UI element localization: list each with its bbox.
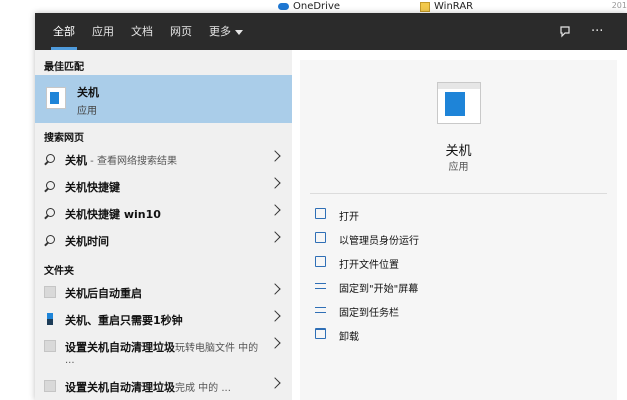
list-item[interactable]: 设置关机自动清理垃圾完成 中的 ... — [35, 373, 292, 400]
app-large-icon — [437, 82, 481, 124]
section-best-match: 最佳匹配 — [44, 62, 84, 73]
file-icon — [44, 380, 56, 392]
list-item[interactable]: 关机时间 — [35, 227, 292, 254]
tab-apps[interactable]: 应用 — [92, 13, 114, 50]
list-item-label: 设置关机自动清理垃圾玩转电脑文件 中的 — [65, 339, 258, 355]
list-item[interactable]: 关机快捷键 — [35, 173, 292, 200]
video-file-icon — [47, 313, 53, 325]
list-item[interactable]: 关机快捷键 win10 — [35, 200, 292, 227]
list-item-label: 关机、重启只需要1秒钟 — [65, 314, 183, 327]
open-icon — [315, 208, 326, 219]
onedrive-label: OneDrive — [293, 1, 341, 12]
chevron-right-icon[interactable] — [269, 150, 281, 162]
edge-date: 201 — [611, 1, 627, 10]
search-icon — [46, 235, 55, 244]
preview-pane: 关机 应用 打开 以管理员身份运行 打开文件位置 固定到"开始"屏幕 固定到任务… — [300, 60, 617, 400]
results-list: 最佳匹配 关机 应用 搜索网页 关机 - 查看网络搜索结果 关机快捷键 关机快捷… — [35, 50, 292, 400]
list-item[interactable]: 关机 - 查看网络搜索结果 — [35, 146, 292, 173]
action-label: 卸载 — [339, 332, 359, 343]
preview-title: 关机 — [445, 144, 472, 159]
item-text: 设置关机自动清理垃圾 — [65, 381, 175, 394]
preview-subtitle: 应用 — [448, 162, 469, 173]
action-label: 固定到"开始"屏幕 — [339, 284, 419, 295]
onedrive-item[interactable]: OneDrive — [278, 0, 340, 13]
uninstall-icon — [315, 328, 326, 339]
search-panel: 全部 应用 文档 网页 更多 ··· 最佳匹配 关机 应用 搜索网页 关机 - … — [35, 13, 627, 400]
item-hint: 完成 中的 ... — [175, 383, 231, 394]
action-label: 打开 — [339, 212, 359, 223]
tab-more[interactable]: 更多 — [209, 13, 243, 50]
winrar-item[interactable]: WinRAR — [420, 0, 473, 13]
tab-more-label: 更多 — [209, 25, 231, 38]
search-tabs-bar: 全部 应用 文档 网页 更多 ··· — [35, 13, 627, 50]
chevron-right-icon[interactable] — [269, 204, 281, 216]
chevron-right-icon[interactable] — [269, 231, 281, 243]
item-hint: - 查看网络搜索结果 — [87, 156, 177, 167]
chevron-down-icon — [235, 29, 243, 35]
pin-taskbar-icon — [315, 307, 326, 313]
item-text: 关机 — [65, 154, 87, 167]
chevron-right-icon[interactable] — [269, 177, 281, 189]
feedback-icon — [560, 25, 570, 37]
chevron-right-icon[interactable] — [269, 337, 281, 349]
search-icon — [46, 208, 55, 217]
section-web-search: 搜索网页 — [44, 133, 84, 144]
search-icon — [46, 154, 55, 163]
item-text: 设置关机自动清理垃圾 — [65, 341, 175, 354]
file-location-icon — [315, 256, 326, 267]
divider — [310, 193, 607, 194]
tab-documents[interactable]: 文档 — [131, 13, 153, 50]
run-as-admin-icon — [315, 232, 326, 243]
best-match-title: 关机 — [77, 86, 99, 99]
tab-all[interactable]: 全部 — [51, 13, 77, 50]
more-options-button[interactable]: ··· — [591, 13, 603, 50]
list-item[interactable]: 设置关机自动清理垃圾玩转电脑文件 中的 ... — [35, 333, 292, 373]
explorer-row: OneDrive WinRAR — [0, 0, 627, 13]
file-icon — [44, 340, 56, 352]
list-item[interactable]: 关机、重启只需要1秒钟 — [35, 306, 292, 333]
file-icon — [44, 286, 56, 298]
winrar-icon — [420, 1, 430, 12]
preview-header: 关机 应用 — [300, 60, 617, 193]
best-match-subtitle: 应用 — [77, 106, 97, 117]
chevron-right-icon[interactable] — [269, 283, 281, 295]
section-folders: 文件夹 — [44, 266, 74, 277]
winrar-label: WinRAR — [434, 1, 474, 12]
list-item-label: 关机时间 — [65, 235, 109, 248]
action-label: 固定到任务栏 — [339, 308, 399, 319]
search-icon — [46, 181, 55, 190]
cloud-icon — [278, 3, 289, 10]
tab-web[interactable]: 网页 — [170, 13, 192, 50]
list-item[interactable]: 关机后自动重启 — [35, 279, 292, 306]
action-label: 打开文件位置 — [339, 260, 399, 271]
pin-start-icon — [315, 283, 326, 289]
list-item-label: 设置关机自动清理垃圾完成 中的 ... — [65, 379, 231, 395]
item-hint-line2: ... — [65, 355, 75, 366]
item-hint: 玩转电脑文件 中的 — [175, 343, 259, 354]
list-item-label: 关机后自动重启 — [65, 287, 142, 300]
chevron-right-icon[interactable] — [269, 377, 281, 389]
app-icon — [46, 87, 66, 109]
list-item-label: 关机快捷键 — [65, 181, 120, 194]
action-label: 以管理员身份运行 — [339, 236, 419, 247]
list-item-label: 关机快捷键 win10 — [65, 208, 161, 221]
chevron-right-icon[interactable] — [269, 310, 281, 322]
best-match-item[interactable]: 关机 应用 — [35, 75, 292, 123]
feedback-button[interactable] — [559, 13, 573, 50]
list-item-label: 关机 - 查看网络搜索结果 — [65, 152, 177, 168]
